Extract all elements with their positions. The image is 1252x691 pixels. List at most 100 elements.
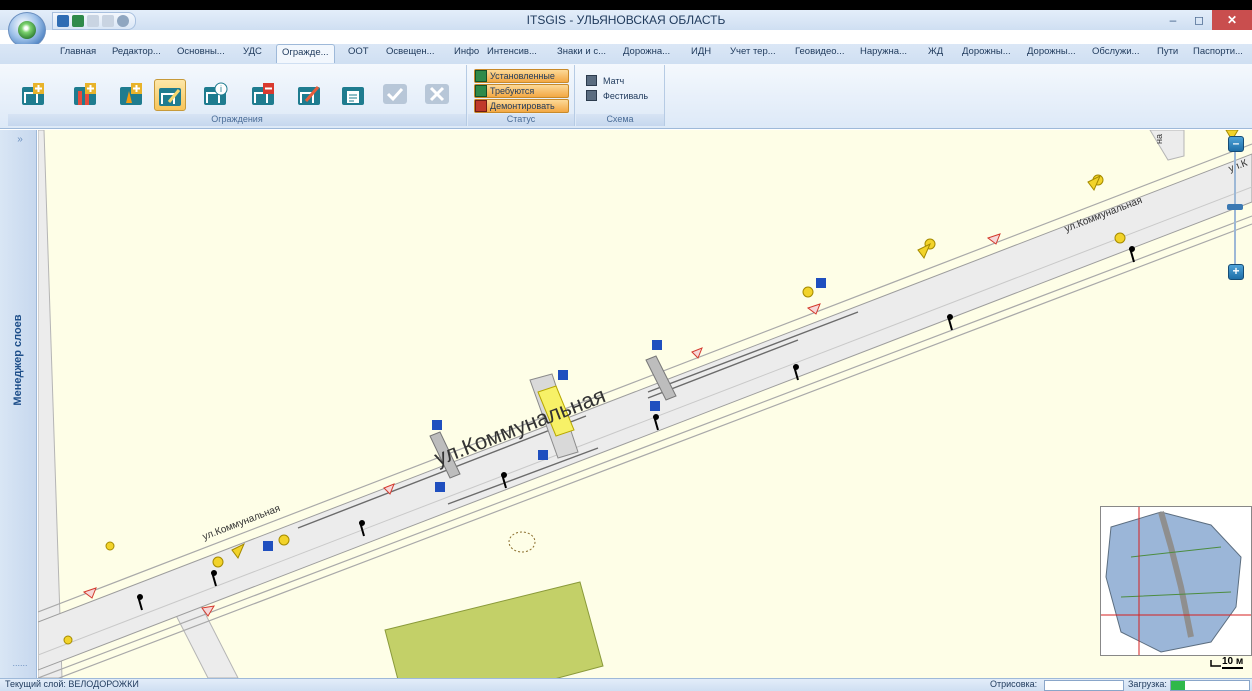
undo-icon[interactable]: [87, 15, 99, 27]
edit-fence-icon: [159, 88, 181, 106]
tab-passports[interactable]: Паспорти...: [1193, 46, 1243, 62]
window-title: ITSGIS - УЛЬЯНОВСКАЯ ОБЛАСТЬ: [526, 13, 726, 27]
tab-uds[interactable]: УДС: [243, 46, 262, 62]
status-required-button[interactable]: Требуются: [474, 84, 569, 98]
scale-tick: [1210, 660, 1221, 667]
left-street: [38, 130, 63, 678]
sidewalk-line-top: [38, 143, 1252, 613]
delete-fence-button[interactable]: [248, 79, 278, 109]
layer-manager-title[interactable]: Менеджер слоев: [2, 300, 34, 420]
check-icon: [383, 84, 407, 104]
tree-symbol: [508, 531, 536, 553]
overview-map[interactable]: [1100, 506, 1252, 656]
add-fence-icon: [22, 83, 44, 105]
fence-properties-button[interactable]: [338, 79, 368, 109]
status-group: Установленные Требуются Демонтировать Ст…: [468, 65, 575, 126]
status-installed-button[interactable]: Установленные: [474, 69, 569, 83]
zoom-track[interactable]: [1234, 152, 1236, 268]
tab-info[interactable]: Инфо: [454, 46, 479, 62]
street-label-top: на: [1154, 134, 1164, 144]
load-progress-fill: [1171, 681, 1186, 690]
tab-idn[interactable]: ИДН: [691, 46, 711, 62]
fence-properties-icon: [342, 87, 364, 105]
cancel-button[interactable]: [422, 79, 452, 109]
draw-fence-button[interactable]: [294, 79, 324, 109]
match-icon: [586, 75, 597, 86]
sidewalk-line-outer: [57, 223, 1252, 678]
overview-map-drawing: [1101, 507, 1251, 655]
tab-lighting[interactable]: Освещен...: [386, 46, 435, 62]
installed-icon: [475, 70, 487, 82]
add-barrier-icon: [74, 83, 96, 105]
save-icon[interactable]: [57, 15, 69, 27]
svg-text:i: i: [220, 84, 222, 94]
tab-fences[interactable]: Огражде...: [276, 44, 335, 63]
status-group-label: Статус: [468, 114, 574, 126]
status-bar: Текущий слой: ВЕЛОДОРОЖКИ Отрисовка: Заг…: [0, 678, 1252, 691]
tab-road-3[interactable]: Дорожны...: [1027, 46, 1076, 62]
map-canvas[interactable]: ул.Коммунальная ул.Коммунальная ул.Комму…: [38, 130, 1252, 678]
required-icon: [475, 85, 487, 97]
panel-grip[interactable]: ......: [10, 658, 30, 674]
sidewalk-line-bottom: [38, 215, 1252, 678]
zoom-control: – +: [1226, 136, 1246, 282]
tab-oot[interactable]: ООТ: [348, 46, 369, 62]
ribbon: i Ограждения Установленные Требуются Дем…: [0, 64, 1252, 129]
festival-icon: [586, 90, 597, 101]
status-dismantle-button[interactable]: Демонтировать: [474, 99, 569, 113]
tab-intensity[interactable]: Интенсив...: [487, 46, 537, 62]
dismantle-icon: [475, 100, 487, 112]
fence-info-icon: i: [204, 82, 228, 105]
edit-fence-button[interactable]: [154, 79, 186, 111]
add-fence-button[interactable]: [18, 79, 48, 109]
tab-accounting[interactable]: Учет тер...: [730, 46, 776, 62]
tab-geovideo[interactable]: Геовидео...: [795, 46, 844, 62]
tab-road-2[interactable]: Дорожны...: [962, 46, 1011, 62]
add-barrier-button[interactable]: [70, 79, 100, 109]
load-progress: [1170, 680, 1250, 691]
tab-routes[interactable]: Пути: [1157, 46, 1178, 62]
draw-fence-icon: [298, 86, 320, 105]
quick-access-toolbar: [52, 12, 136, 30]
ribbon-tabs: Главная Редактор... Основны... УДС Ограж…: [0, 44, 1252, 64]
apply-button[interactable]: [380, 79, 410, 109]
land-parcel: [384, 581, 604, 678]
globe-icon[interactable]: [117, 15, 129, 27]
schema-match[interactable]: Матч: [586, 75, 624, 86]
zoom-out-button[interactable]: –: [1228, 136, 1244, 152]
application-menu-button[interactable]: [8, 12, 46, 48]
close-button[interactable]: ✕: [1212, 10, 1252, 30]
tab-road-1[interactable]: Дорожна...: [623, 46, 670, 62]
tab-main[interactable]: Основны...: [177, 46, 225, 62]
scale-bar: 10 м: [1210, 656, 1246, 669]
delete-fence-icon: [252, 83, 274, 105]
map-drawing: ул.Коммунальная ул.Коммунальная ул.Комму…: [38, 130, 1252, 678]
zoom-in-button[interactable]: +: [1228, 264, 1244, 280]
redo-icon[interactable]: [102, 15, 114, 27]
expand-panel-button[interactable]: »: [10, 134, 30, 154]
tab-editor[interactable]: Редактор...: [112, 46, 161, 62]
schema-group: Матч Фестиваль Схема: [576, 65, 665, 126]
cross-icon: [425, 84, 449, 104]
fence-info-button[interactable]: i: [200, 79, 230, 109]
tab-home[interactable]: Главная: [60, 46, 96, 62]
schema-festival[interactable]: Фестиваль: [586, 90, 648, 101]
maximize-button[interactable]: ◻: [1186, 10, 1212, 30]
minimize-button[interactable]: –: [1160, 10, 1186, 30]
load-label: Загрузка:: [1128, 679, 1167, 689]
screen-top-border: [0, 0, 1252, 10]
schema-group-label: Схема: [576, 114, 664, 126]
zoom-slider-thumb[interactable]: [1227, 204, 1243, 210]
add-cone-button[interactable]: [116, 79, 146, 109]
tab-service[interactable]: Обслужи...: [1092, 46, 1139, 62]
save-all-icon[interactable]: [72, 15, 84, 27]
tab-railway[interactable]: ЖД: [928, 46, 943, 62]
add-cone-icon: [120, 83, 142, 105]
window-controls: – ◻ ✕: [1160, 10, 1252, 30]
app-logo-icon: [18, 21, 36, 39]
tab-signs[interactable]: Знаки и с...: [557, 46, 606, 62]
current-layer-label: Текущий слой: ВЕЛОДОРОЖКИ: [5, 679, 139, 689]
lane-line: [38, 186, 1252, 656]
tab-outdoor[interactable]: Наружна...: [860, 46, 907, 62]
fences-group-label: Ограждения: [8, 114, 466, 126]
